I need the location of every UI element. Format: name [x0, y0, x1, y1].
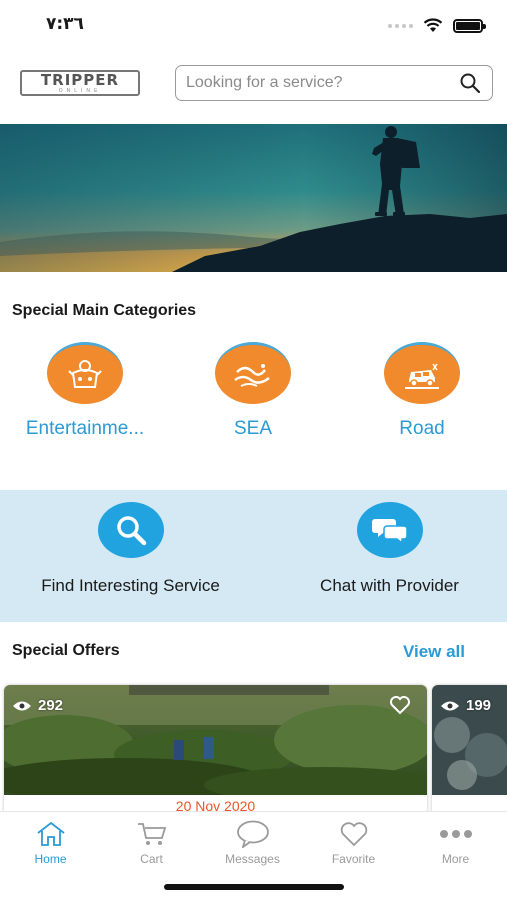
offers-title: Special Offers	[12, 642, 120, 659]
tab-label: Messages	[225, 852, 280, 866]
message-bubble-icon	[202, 820, 303, 848]
find-service-button[interactable]: Find Interesting Service	[4, 502, 257, 596]
eye-icon	[13, 701, 31, 710]
eye-icon	[441, 701, 459, 710]
status-icons	[388, 18, 486, 33]
favorite-heart-icon[interactable]	[389, 695, 411, 720]
offer-card[interactable]: 199	[432, 685, 507, 815]
tripper-logo[interactable]: TRIPPER ONLINE	[20, 70, 140, 96]
battery-icon	[453, 18, 486, 33]
cart-icon	[101, 820, 202, 848]
status-time: ٧:٣٦	[46, 14, 84, 34]
signal-icon	[388, 23, 413, 28]
offer-card[interactable]: 292 20 Nov 2020	[4, 685, 427, 815]
tab-label: Home	[34, 852, 67, 866]
offer-image: 292	[4, 685, 427, 795]
categories-row: Entertainme... SEA Road	[0, 342, 507, 452]
views-counter: 292	[12, 697, 63, 714]
views-count: 199	[466, 697, 492, 714]
heart-icon	[303, 820, 404, 848]
categories-title: Special Main Categories	[12, 302, 197, 319]
status-bar: ٧:٣٦	[0, 0, 507, 50]
tab-label: Cart	[140, 852, 163, 866]
tab-more[interactable]: More	[405, 820, 506, 866]
header: TRIPPER ONLINE	[0, 58, 507, 108]
find-service-label: Find Interesting Service	[41, 576, 220, 595]
road-car-icon	[384, 342, 460, 404]
views-counter: 199	[440, 697, 491, 714]
search-input[interactable]	[186, 74, 458, 92]
search-icon	[97, 502, 164, 558]
category-label: Entertainme...	[25, 418, 145, 439]
logo-text: TRIPPER	[40, 71, 120, 89]
category-sea[interactable]: SEA	[168, 342, 338, 440]
offer-image: 199	[432, 685, 507, 795]
entertainment-icon	[47, 342, 123, 404]
search-icon[interactable]	[458, 71, 482, 95]
more-dots-icon	[405, 820, 506, 848]
view-all-link[interactable]: View all	[403, 642, 465, 662]
category-road[interactable]: Road	[337, 342, 507, 440]
chat-bubbles-icon	[356, 502, 423, 558]
home-indicator[interactable]	[164, 884, 344, 890]
tab-home[interactable]: Home	[0, 820, 101, 866]
sea-wave-icon	[215, 342, 291, 404]
tab-favorite[interactable]: Favorite	[303, 820, 404, 866]
wifi-icon	[423, 18, 443, 32]
views-count: 292	[38, 697, 64, 714]
tab-cart[interactable]: Cart	[101, 820, 202, 866]
hero-banner[interactable]	[0, 124, 507, 272]
tab-messages[interactable]: Messages	[202, 820, 303, 866]
search-box[interactable]	[175, 65, 493, 101]
category-label: SEA	[233, 418, 273, 439]
tab-label: More	[441, 852, 470, 866]
category-label: Road	[399, 418, 445, 439]
chat-provider-button[interactable]: Chat with Provider	[263, 502, 507, 596]
quick-actions: Find Interesting Service Chat with Provi…	[0, 490, 507, 622]
home-icon	[0, 820, 101, 848]
logo-subtext: ONLINE	[58, 88, 102, 94]
chat-provider-label: Chat with Provider	[320, 576, 459, 595]
tab-label: Favorite	[331, 852, 376, 866]
category-entertainment[interactable]: Entertainme...	[0, 342, 170, 440]
hero-banner-image	[0, 124, 507, 272]
